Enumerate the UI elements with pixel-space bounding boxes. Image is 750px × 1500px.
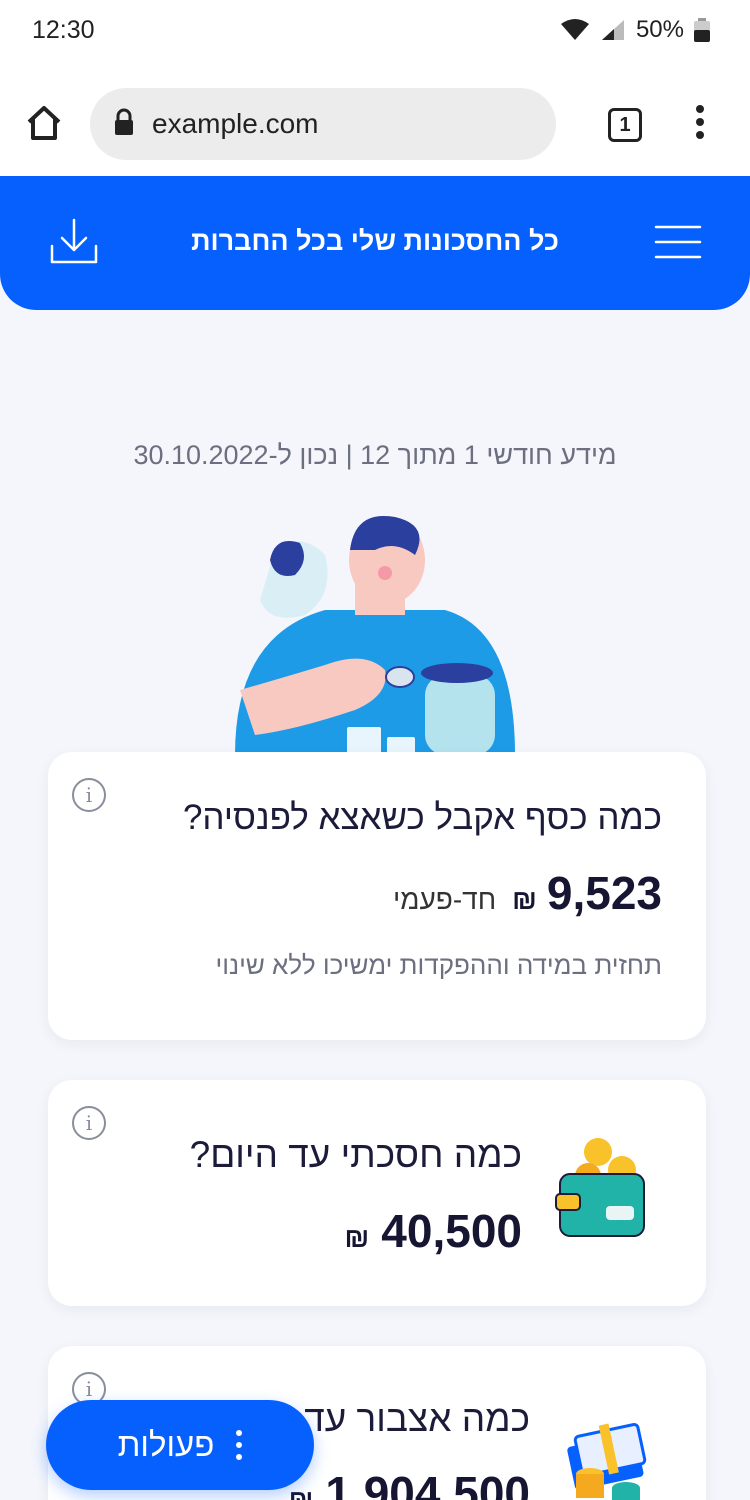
status-indicators: 50% xyxy=(560,16,710,44)
currency-symbol: ₪ xyxy=(344,1222,370,1253)
forecast-note: תחזית במידה וההפקדות ימשיכו ללא שינוי xyxy=(215,950,662,980)
money-stack-icon xyxy=(564,1410,654,1500)
app-header: כל החסכונות שלי בכל החברות xyxy=(0,176,750,310)
pension-question: כמה כסף אקבל כשאצא לפנסיה? xyxy=(182,798,662,837)
battery-icon xyxy=(694,18,710,42)
address-bar[interactable]: example.com xyxy=(90,88,556,160)
browser-menu-icon[interactable] xyxy=(694,104,706,145)
actions-button[interactable]: פעולות xyxy=(46,1400,314,1490)
pension-amount: 9,523 xyxy=(546,867,662,919)
saved-to-date-card[interactable]: i כמה חסכתי עד היום? 40,500 ₪ xyxy=(48,1080,706,1306)
saved-question: כמה חסכתי עד היום? xyxy=(189,1134,522,1175)
signal-icon xyxy=(600,18,626,42)
currency-symbol: ₪ xyxy=(512,884,537,915)
header-title: כל החסכונות שלי בכל החברות xyxy=(191,226,559,256)
battery-percent: 50% xyxy=(635,16,684,43)
accumulate-question: כמה אצבור עד xyxy=(304,1398,530,1439)
pension-forecast-card[interactable]: i כמה כסף אקבל כשאצא לפנסיה? 9,523 ₪ חד-… xyxy=(48,752,706,1040)
accumulate-amount: 1,904,500 xyxy=(325,1467,530,1500)
wallet-icon xyxy=(554,1136,650,1245)
tabs-count-icon[interactable]: 1 xyxy=(608,108,642,142)
status-time: 12:30 xyxy=(32,16,95,44)
wifi-icon xyxy=(560,18,590,42)
saved-amount: 40,500 xyxy=(381,1205,522,1257)
info-icon[interactable]: i xyxy=(72,1106,106,1140)
browser-toolbar: example.com 1 xyxy=(0,64,750,176)
info-line: מידע חודשי 1 מתוך 12 | נכון ל-30.10.2022 xyxy=(133,440,617,470)
home-icon[interactable] xyxy=(24,104,64,147)
info-icon[interactable]: i xyxy=(72,778,106,812)
pension-illustration xyxy=(215,505,535,770)
lock-icon xyxy=(114,108,134,141)
more-vertical-icon xyxy=(236,1430,243,1460)
pension-amount-row: 9,523 ₪ חד-פעמי xyxy=(393,866,662,920)
status-bar: 12:30 50% xyxy=(0,0,750,64)
actions-button-label: פעולות xyxy=(117,1426,215,1463)
currency-symbol: ₪ xyxy=(288,1484,314,1500)
url-text: example.com xyxy=(152,108,319,139)
hamburger-menu-icon[interactable] xyxy=(654,224,702,265)
accumulate-amount-row: 1,904,500 ₪ xyxy=(289,1466,530,1500)
saved-amount-row: 40,500 ₪ xyxy=(345,1204,522,1258)
pension-amount-note: חד-פעמי xyxy=(392,884,497,915)
